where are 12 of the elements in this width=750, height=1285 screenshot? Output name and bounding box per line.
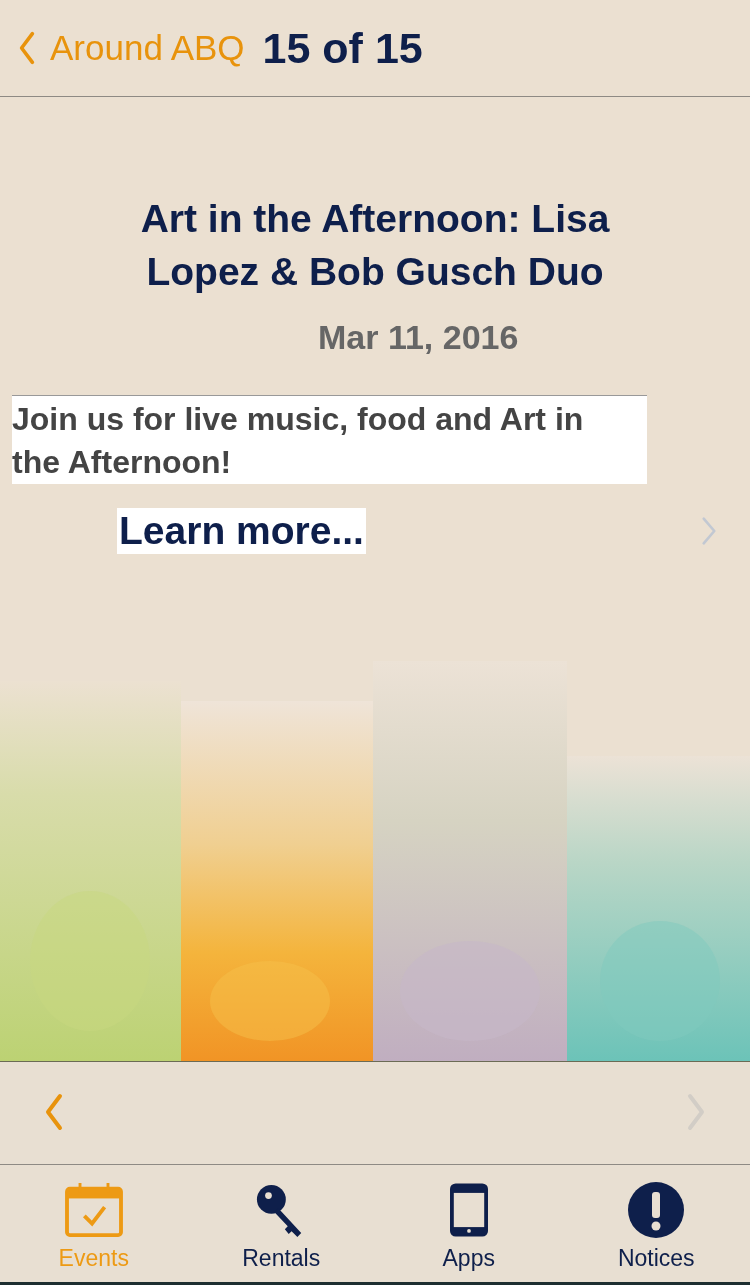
event-title: Art in the Afternoon: Lisa Lopez & Bob Gusch Duo: [139, 196, 611, 295]
event-description: Join us for live music, food and Art in the Afternoon!: [12, 395, 647, 484]
alert-icon: [628, 1182, 685, 1238]
page-counter: 15 of 15: [262, 23, 423, 73]
event-date: Mar 11, 2016: [317, 318, 520, 357]
tab[interactable]: Notices: [562, 1165, 750, 1282]
tab[interactable]: Apps: [375, 1165, 563, 1282]
phone-icon: [449, 1182, 488, 1238]
learn-more-link[interactable]: Learn more...: [117, 508, 366, 554]
calendar-check-icon: [64, 1183, 123, 1237]
tab[interactable]: Rentals: [187, 1165, 375, 1282]
chevron-right-icon[interactable]: [700, 516, 718, 546]
